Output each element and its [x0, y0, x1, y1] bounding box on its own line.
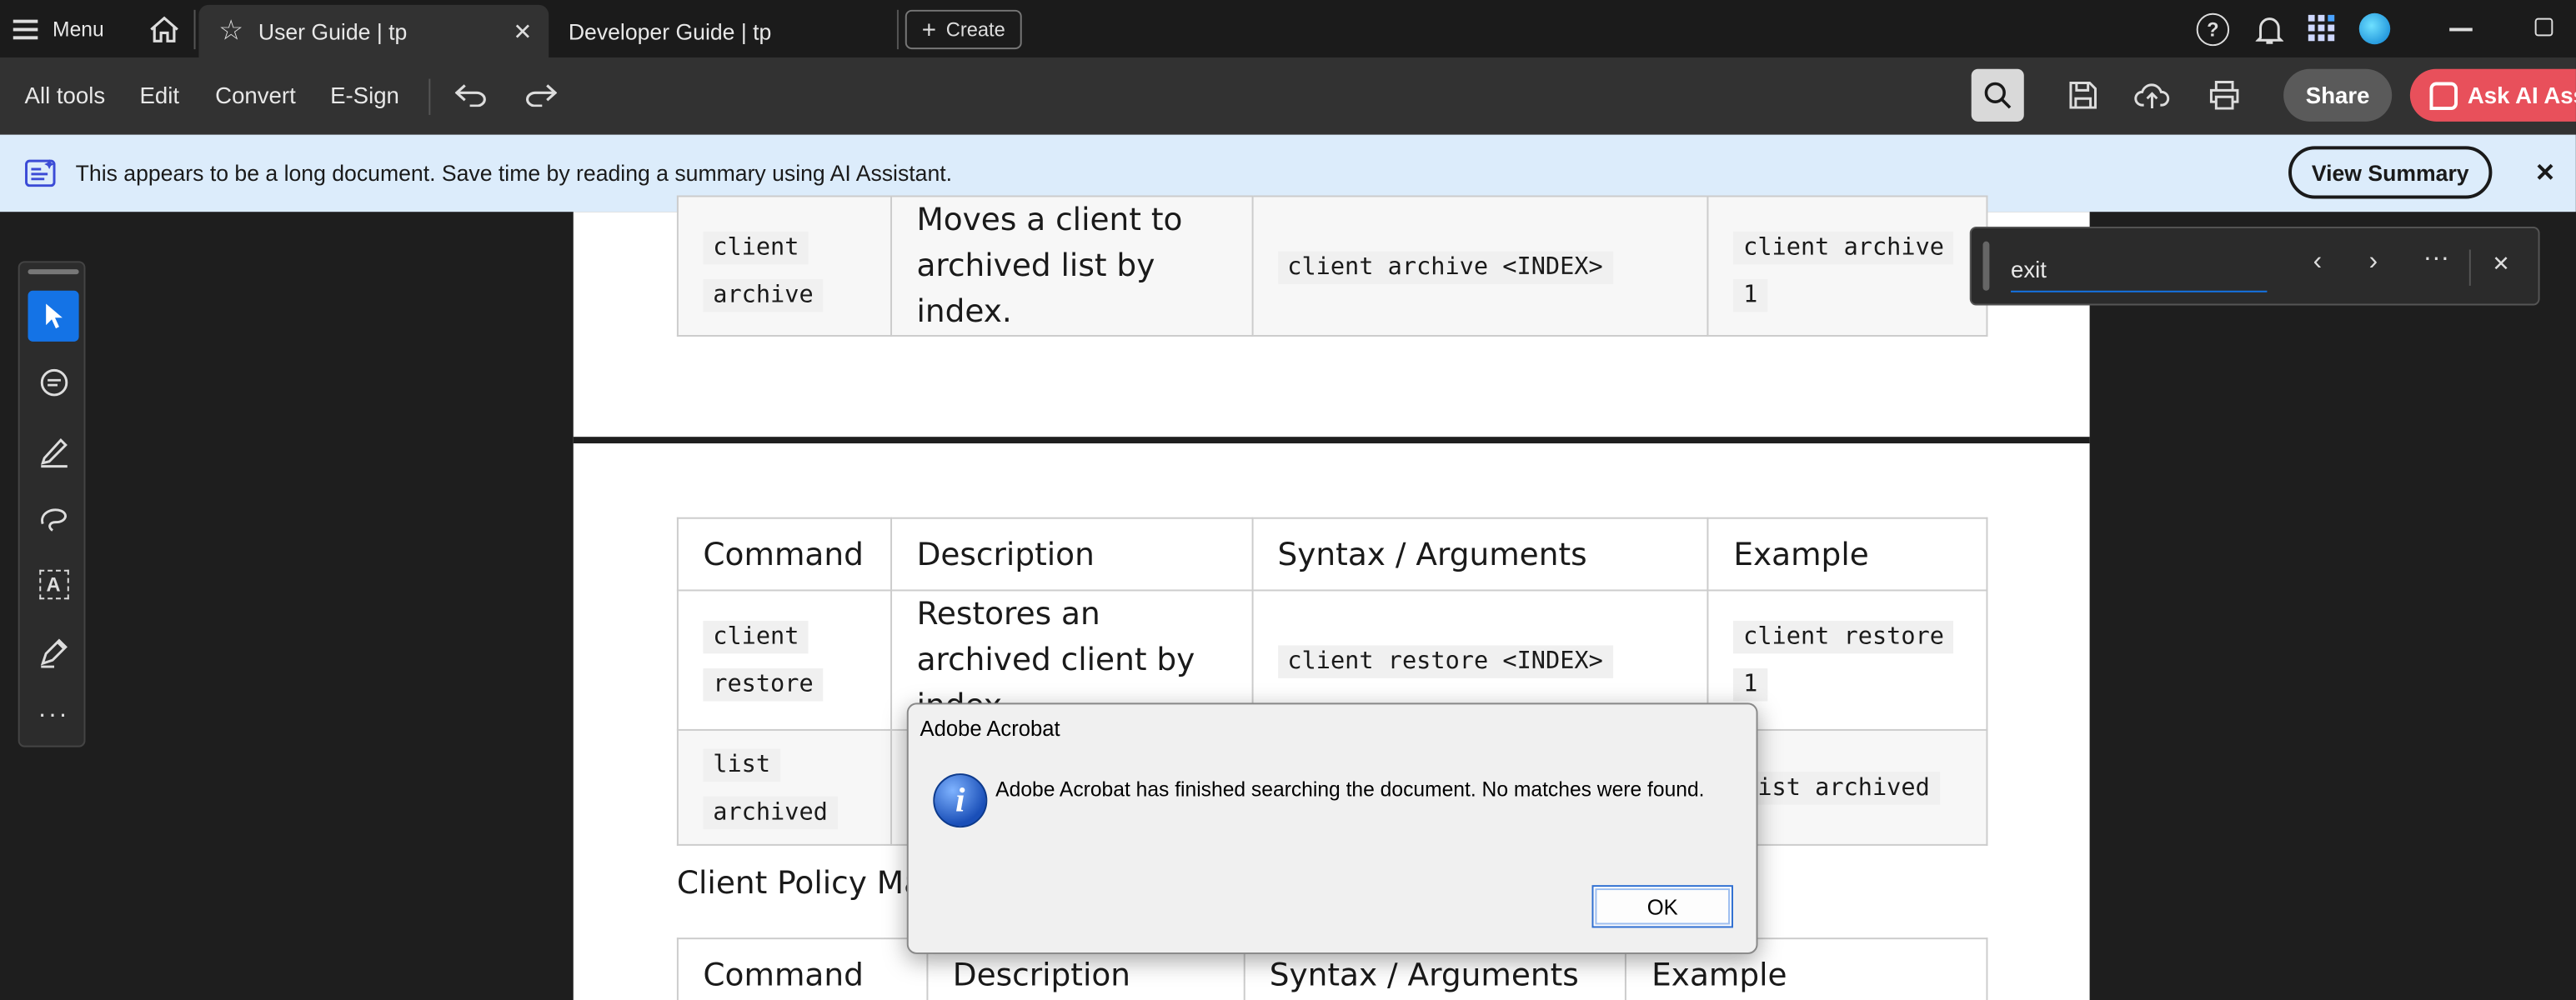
table-header-row: Command Description Syntax / Arguments E… [676, 517, 1988, 592]
apps-grid-icon[interactable] [2308, 14, 2337, 43]
divider [193, 9, 196, 50]
command-code: client [703, 620, 809, 654]
rail-drag-handle[interactable] [28, 269, 79, 275]
convert-menu[interactable]: Convert [215, 58, 296, 135]
column-header: Syntax / Arguments [1250, 517, 1709, 592]
tab-user-guide[interactable]: ☆ User Guide | tp ✕ [198, 4, 549, 58]
all-tools-menu[interactable]: All tools [25, 58, 106, 135]
tab-label: Developer Guide | tp [568, 18, 772, 44]
more-tools-icon[interactable]: ··· [28, 690, 79, 741]
print-icon[interactable] [2205, 78, 2244, 113]
save-icon[interactable] [2065, 78, 2101, 113]
command-code: restore [703, 668, 824, 702]
sign-pen-icon[interactable] [28, 626, 79, 677]
tab-developer-guide[interactable]: Developer Guide | tp [549, 5, 897, 58]
next-result-icon[interactable]: › [2369, 248, 2378, 278]
redo-icon[interactable] [523, 78, 559, 113]
page-break [573, 437, 2090, 444]
close-find-icon[interactable]: ✕ [2492, 252, 2509, 278]
home-icon[interactable] [144, 10, 183, 49]
hamburger-icon [13, 18, 38, 39]
find-bar-handle[interactable] [1982, 241, 1990, 291]
highlight-pen-icon[interactable] [28, 425, 79, 476]
find-input[interactable] [2011, 246, 2268, 292]
example-code: list archived [1733, 772, 1940, 805]
star-icon[interactable]: ☆ [218, 15, 243, 48]
column-header: Description [890, 517, 1253, 592]
menu-label: Menu [53, 17, 104, 41]
syntax-code: client restore <INDEX> [1277, 644, 1613, 678]
ask-ai-assistant-button[interactable]: Ask AI Assi [2409, 68, 2576, 122]
more-options-icon[interactable]: ··· [2423, 245, 2449, 274]
view-summary-button[interactable]: View Summary [2288, 146, 2493, 199]
dialog-title: Adobe Acrobat [920, 716, 1060, 741]
syntax-code: client archive <INDEX> [1277, 250, 1613, 283]
column-header: Command [676, 517, 893, 592]
restore-window-icon[interactable] [2534, 18, 2553, 37]
ai-assistant-icon [2429, 81, 2458, 110]
tab-bar: Menu ☆ User Guide | tp ✕ Developer Guide… [0, 0, 2576, 58]
edit-menu[interactable]: Edit [140, 58, 180, 135]
create-label: Create [945, 18, 1005, 42]
main-toolbar: All tools Edit Convert E-Sign [0, 57, 2576, 135]
plus-icon: + [921, 15, 936, 44]
search-icon[interactable] [1971, 68, 2024, 122]
close-tab-icon[interactable]: ✕ [513, 18, 532, 46]
column-header: Example [1706, 517, 1988, 592]
find-bar: ‹ › ··· ✕ [1969, 226, 2540, 306]
command-code: archive [703, 279, 824, 312]
undo-icon[interactable] [454, 78, 489, 113]
previous-result-icon[interactable]: ‹ [2313, 248, 2322, 278]
help-icon[interactable]: ? [2196, 12, 2230, 47]
text-box-icon[interactable]: A [28, 558, 79, 609]
commands-table-top: client archive Moves a client to archive… [676, 195, 1988, 337]
column-header: Command [676, 938, 929, 1000]
tool-rail: A ··· [18, 261, 86, 748]
minimize-icon[interactable] [2449, 28, 2473, 31]
example-code: 1 [1733, 668, 1768, 702]
ok-button[interactable]: OK [1591, 885, 1733, 928]
avatar[interactable] [2358, 12, 2391, 45]
search-result-dialog: Adobe Acrobat i Adobe Acrobat has finish… [906, 702, 1758, 954]
divider [896, 9, 899, 50]
comment-icon[interactable] [28, 358, 79, 409]
divider [2468, 249, 2471, 286]
upload-cloud-icon[interactable] [2132, 78, 2172, 113]
table-row: client archive Moves a client to archive… [676, 195, 1988, 337]
select-cursor-icon[interactable] [28, 290, 79, 342]
example-code: client archive [1733, 231, 1954, 265]
tab-label: User Guide | tp [258, 18, 408, 44]
command-code: client [703, 231, 809, 265]
notifications-bell-icon[interactable] [2251, 12, 2287, 48]
command-code: archived [703, 795, 838, 829]
share-button[interactable]: Share [2283, 68, 2393, 122]
ai-summary-icon [25, 158, 56, 188]
example-code: client restore [1733, 620, 1954, 654]
example-code: 1 [1733, 279, 1768, 312]
freehand-draw-icon[interactable] [28, 492, 79, 543]
divider [428, 78, 431, 115]
menu-button[interactable]: Menu [13, 0, 104, 58]
info-icon: i [933, 773, 988, 828]
esign-menu[interactable]: E-Sign [330, 58, 399, 135]
command-code: list [703, 748, 780, 782]
section-heading: Client Policy Mar [676, 865, 936, 902]
dialog-message: Adobe Acrobat has finished searching the… [995, 778, 1705, 802]
ask-ai-label: Ask AI Assi [2467, 82, 2576, 109]
close-banner-icon[interactable]: ✕ [2535, 158, 2556, 188]
create-button[interactable]: + Create [905, 9, 1022, 50]
description-cell: Moves a client to archived list by index… [890, 195, 1253, 337]
